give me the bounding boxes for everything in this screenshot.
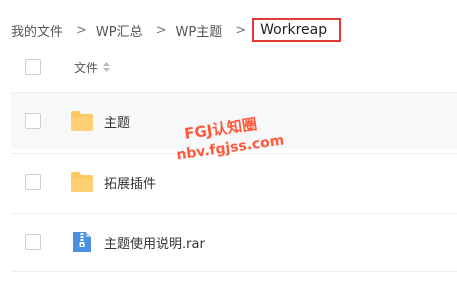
row-checkbox[interactable] xyxy=(25,113,41,129)
list-item[interactable]: 主题使用说明.rar xyxy=(11,213,457,270)
breadcrumb-item-my-files[interactable]: 我的文件 xyxy=(11,21,63,40)
breadcrumb-separator: > xyxy=(235,22,247,38)
breadcrumb-separator: > xyxy=(155,22,167,38)
sort-icon[interactable] xyxy=(103,62,111,72)
list-header: 文件 xyxy=(11,48,457,86)
breadcrumb-separator: > xyxy=(76,22,87,38)
column-header-name[interactable]: 文件 xyxy=(74,59,111,76)
folder-icon xyxy=(71,172,93,192)
file-name[interactable]: 主题使用说明.rar xyxy=(104,233,205,252)
row-checkbox[interactable] xyxy=(25,174,41,190)
column-header-label: 文件 xyxy=(74,60,99,75)
breadcrumb-item-wp-summary[interactable]: WP汇总 xyxy=(96,21,143,40)
list-item[interactable]: 拓展插件 xyxy=(11,153,457,210)
list-divider xyxy=(11,271,457,272)
breadcrumb-item-current: Workreap xyxy=(252,18,342,42)
file-name[interactable]: 主题 xyxy=(104,112,130,131)
breadcrumb: 我的文件 > WP汇总 > WP主题 > Workreap xyxy=(11,18,342,42)
row-checkbox[interactable] xyxy=(25,234,41,250)
select-all-checkbox[interactable] xyxy=(25,59,41,75)
archive-icon xyxy=(73,232,91,252)
breadcrumb-item-wp-theme[interactable]: WP主题 xyxy=(176,21,223,40)
file-name[interactable]: 拓展插件 xyxy=(104,173,156,192)
folder-icon xyxy=(71,111,93,131)
